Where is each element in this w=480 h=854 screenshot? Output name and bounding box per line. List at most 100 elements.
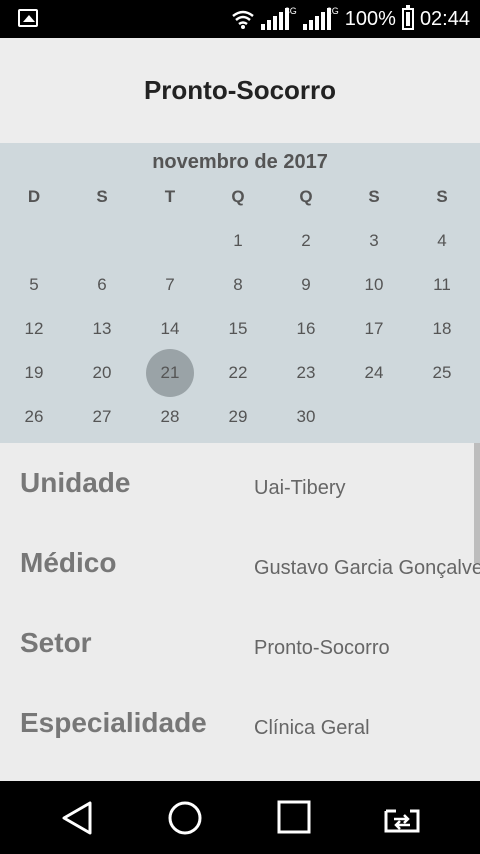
- calendar-day[interactable]: 13: [68, 307, 136, 351]
- calendar-day-number: 6: [97, 275, 107, 294]
- detail-value: Pronto-Socorro: [254, 637, 390, 659]
- calendar-day[interactable]: 30: [272, 395, 340, 439]
- gallery-icon: [18, 9, 38, 27]
- calendar-day[interactable]: 2: [272, 219, 340, 263]
- calendar-day[interactable]: 17: [340, 307, 408, 351]
- back-icon: [62, 801, 92, 835]
- detail-label: Unidade: [20, 467, 131, 498]
- scrollbar[interactable]: [474, 443, 480, 563]
- clock: 02:44: [419, 7, 470, 30]
- home-icon: [168, 801, 202, 835]
- calendar-day-number: 28: [160, 407, 180, 426]
- navigation-bar: [0, 781, 480, 854]
- calendar-week-row: 5 6 7 8 9 10 11: [0, 263, 480, 307]
- calendar-day-selected[interactable]: 21: [136, 349, 204, 397]
- calendar-day[interactable]: 29: [204, 395, 272, 439]
- weekday-label: S: [436, 187, 448, 206]
- network-left-label: 3G: [284, 6, 297, 16]
- weekday-label: S: [96, 187, 108, 206]
- calendar-day[interactable]: 23: [272, 351, 340, 395]
- calendar-day-number: 19: [24, 363, 44, 382]
- calendar-day[interactable]: 7: [136, 263, 204, 307]
- calendar-day-number: 7: [165, 275, 175, 294]
- calendar-week-row: 26 27 28 29 30: [0, 395, 480, 439]
- battery-percent: 100%: [344, 7, 396, 30]
- weekday-row: DSTQQSS: [0, 187, 480, 207]
- calendar-day[interactable]: 11: [408, 263, 476, 307]
- calendar-day[interactable]: 1: [204, 219, 272, 263]
- recent-apps-icon: [277, 800, 311, 834]
- calendar-day[interactable]: 9: [272, 263, 340, 307]
- back-button[interactable]: [58, 799, 98, 837]
- calendar-day-number: 15: [228, 319, 248, 338]
- calendar-day-number: 9: [301, 275, 311, 294]
- calendar-day[interactable]: 15: [204, 307, 272, 351]
- screen-switch-icon: [384, 809, 420, 833]
- detail-value: Uai-Tibery: [254, 477, 346, 499]
- calendar-day[interactable]: 27: [68, 395, 136, 439]
- calendar-day[interactable]: 26: [0, 395, 68, 439]
- calendar-day-number: 21: [146, 349, 194, 397]
- weekday-label: D: [27, 187, 41, 206]
- calendar-day[interactable]: 3: [340, 219, 408, 263]
- calendar-day[interactable]: 5: [0, 263, 68, 307]
- detail-label: Médico: [20, 547, 117, 578]
- calendar-day-number: 8: [233, 275, 243, 294]
- calendar-day-number: 17: [364, 319, 384, 338]
- calendar-day-empty: [68, 219, 136, 263]
- calendar-day[interactable]: 6: [68, 263, 136, 307]
- calendar-day-number: 16: [296, 319, 316, 338]
- calendar: novembro de 2017 DSTQQSS 1 2 3 4 5 6 7 8 9 10 11 12…: [0, 143, 480, 443]
- status-icons: 3G 2G 100% 02:44: [231, 0, 470, 38]
- calendar-day[interactable]: 22: [204, 351, 272, 395]
- calendar-day[interactable]: 14: [136, 307, 204, 351]
- weekday-label: S: [368, 187, 380, 206]
- calendar-day[interactable]: 18: [408, 307, 476, 351]
- calendar-day-number: 12: [24, 319, 44, 338]
- calendar-day-number: 5: [29, 275, 39, 294]
- app-bar: Pronto-Socorro: [0, 38, 480, 143]
- calendar-day-empty: [0, 219, 68, 263]
- calendar-day-number: 2: [301, 231, 311, 250]
- calendar-days: 1 2 3 4 5 6 7 8 9 10 11 12 13 14 15 16 17 18 19 20 21 22 23 24 2…: [0, 219, 480, 439]
- calendar-day-number: 29: [228, 407, 248, 426]
- calendar-day-number: 30: [296, 407, 316, 426]
- calendar-week-row: 19 20 21 22 23 24 25: [0, 349, 480, 397]
- network-right-label: 2G: [326, 6, 339, 16]
- calendar-day-number: 14: [160, 319, 180, 338]
- weekday-label: Q: [299, 187, 313, 206]
- calendar-day[interactable]: 19: [0, 351, 68, 395]
- home-button[interactable]: [165, 799, 205, 837]
- calendar-day-number: 3: [369, 231, 379, 250]
- calendar-day-number: 18: [432, 319, 452, 338]
- calendar-day-number: 13: [92, 319, 112, 338]
- calendar-day-empty: [136, 219, 204, 263]
- detail-row: Unidade Uai-Tibery: [0, 443, 480, 523]
- calendar-day[interactable]: 10: [340, 263, 408, 307]
- calendar-day-empty: [408, 395, 476, 439]
- calendar-day-empty: [340, 395, 408, 439]
- calendar-day[interactable]: 20: [68, 351, 136, 395]
- calendar-day-number: 1: [233, 231, 243, 250]
- calendar-day[interactable]: 28: [136, 395, 204, 439]
- calendar-day-number: 20: [92, 363, 112, 382]
- calendar-day-number: 23: [296, 363, 316, 382]
- calendar-day-number: 24: [364, 363, 384, 382]
- calendar-day-number: 27: [92, 407, 112, 426]
- weekday-label: Q: [231, 187, 245, 206]
- calendar-day[interactable]: 4: [408, 219, 476, 263]
- screen-switch-button[interactable]: [382, 799, 422, 837]
- calendar-day[interactable]: 16: [272, 307, 340, 351]
- calendar-week-row: 1 2 3 4: [0, 219, 480, 263]
- calendar-day[interactable]: 24: [340, 351, 408, 395]
- calendar-day-number: 26: [24, 407, 44, 426]
- calendar-day-number: 11: [433, 275, 451, 294]
- calendar-day[interactable]: 8: [204, 263, 272, 307]
- calendar-day[interactable]: 25: [408, 351, 476, 395]
- calendar-day[interactable]: 12: [0, 307, 68, 351]
- calendar-day-number: 4: [437, 231, 447, 250]
- detail-row: Médico Gustavo Garcia Gonçalves: [0, 523, 480, 603]
- calendar-month-label: novembro de 2017: [152, 151, 328, 173]
- recent-apps-button[interactable]: [274, 799, 314, 837]
- calendar-day-number: 25: [432, 363, 452, 382]
